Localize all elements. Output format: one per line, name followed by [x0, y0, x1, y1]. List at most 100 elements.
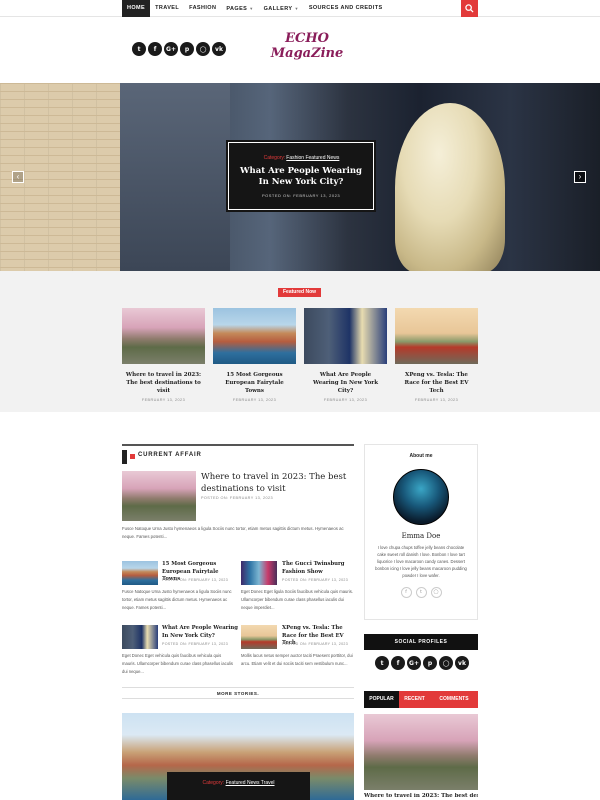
widget-title: About me — [409, 453, 433, 459]
top-navigation: Home Travel Fashion Pages ▼ Gallery ▼ Sour… — [0, 0, 600, 17]
featured-card[interactable]: Where to travel in 2023: The best destin… — [122, 308, 205, 402]
facebook-icon[interactable]: f — [391, 656, 405, 670]
nav-item-pages-label: Pages — [226, 6, 248, 12]
category-links[interactable]: Fashion Featured News — [286, 155, 339, 161]
main-post-date: POSTED ON: FEBRUARY 13, 2023 — [201, 496, 274, 500]
tab-comments[interactable]: COMMENTS — [430, 691, 478, 708]
featured-date: FEBRUARY 13, 2023 — [141, 398, 186, 402]
twitter-icon[interactable]: t — [415, 587, 427, 598]
twitter-icon[interactable]: t — [375, 656, 389, 670]
instagram-icon[interactable]: ◯ — [430, 587, 442, 598]
featured-title[interactable]: Where to travel in 2023: The best destin… — [122, 371, 205, 395]
pinterest-icon[interactable]: p — [180, 42, 194, 56]
post-date: POSTED ON: FEBRUARY 13, 2023 — [162, 578, 228, 582]
featured-title[interactable]: What Are People Wearing In New York City… — [304, 371, 387, 395]
instagram-icon[interactable]: ◯ — [439, 656, 453, 670]
main-post-excerpt: Fusce Natoque Urna Justo hymenaeos a lig… — [122, 526, 344, 539]
post-image[interactable] — [241, 625, 277, 649]
post-date: POSTED ON: FEBRUARY 13, 2023 — [162, 642, 228, 646]
featured-section: Featured Now Where to travel in 2023: Th… — [0, 271, 600, 412]
category-links[interactable]: Featured News Travel — [226, 780, 275, 786]
featured-image[interactable] — [395, 308, 478, 364]
nav-item-home[interactable]: Home — [122, 0, 151, 17]
avatar — [393, 469, 449, 525]
slider-prev-button[interactable]: ‹ — [12, 171, 24, 183]
sidebar-tabs: POPULAR RECENT COMMENTS — [364, 691, 478, 708]
more-stories-button[interactable]: MORE STORIES. — [122, 687, 354, 699]
featured-label: Featured Now — [278, 288, 322, 297]
featured-card[interactable]: What Are People Wearing In New York City… — [304, 308, 387, 402]
twitter-icon[interactable]: t — [132, 42, 146, 56]
main-post-title[interactable]: Where to travel in 2023: The best destin… — [201, 471, 354, 495]
post-title[interactable]: The Gucci Twinsburg Fashion Show — [282, 561, 358, 576]
site-header: t f G+ p ◯ vk ECHO MagaZine — [0, 17, 600, 83]
tab-recent[interactable]: RECENT — [399, 691, 430, 708]
vk-icon[interactable]: vk — [455, 656, 469, 670]
post-excerpt: Eget Donec Eget vehicula quis faucibus v… — [122, 653, 234, 674]
main-post-image[interactable] — [122, 471, 196, 521]
site-logo[interactable]: ECHO MagaZine — [262, 31, 352, 61]
post-excerpt: Mollis lacus netus semper auctor taciti … — [241, 653, 353, 666]
post-image[interactable] — [241, 561, 277, 585]
featured-image[interactable] — [304, 308, 387, 364]
heading-square-icon — [130, 454, 135, 459]
hero-caption: Category:Fashion Featured News What Are … — [226, 140, 376, 212]
logo-line-2: MagaZine — [270, 46, 344, 61]
logo-line-1: ECHO — [285, 31, 329, 46]
nav-item-sources[interactable]: Sources and Credits — [304, 0, 388, 17]
post-image[interactable] — [122, 625, 158, 649]
hero-title[interactable]: What Are People Wearing In New York City… — [229, 166, 373, 188]
featured-title[interactable]: XPeng vs. Tesla: The Race for the Best E… — [395, 371, 478, 395]
nav-menu: Home Travel Fashion Pages ▼ Gallery ▼ Sour… — [122, 0, 388, 17]
google-plus-icon[interactable]: G+ — [407, 656, 421, 670]
featured-image[interactable] — [213, 308, 296, 364]
post-title[interactable]: What Are People Wearing In New York City… — [162, 625, 238, 640]
featured-date: FEBRUARY 13, 2023 — [414, 398, 459, 402]
nav-item-pages[interactable]: Pages ▼ — [221, 0, 258, 17]
facebook-icon[interactable]: f — [400, 587, 412, 598]
header-social-icons: t f G+ p ◯ vk — [132, 42, 226, 56]
author-name: Emma Doe — [401, 532, 441, 540]
facebook-icon[interactable]: f — [148, 42, 162, 56]
nav-item-travel[interactable]: Travel — [150, 0, 184, 17]
nav-item-gallery-label: Gallery — [263, 6, 293, 12]
nav-item-gallery[interactable]: Gallery ▼ — [259, 0, 304, 17]
post-date: POSTED ON: FEBRUARY 13, 2023 — [282, 578, 348, 582]
hero-image-door — [120, 83, 230, 271]
featured-date: FEBRUARY 13, 2023 — [232, 398, 277, 402]
section-title: CURRENT AFFAIR — [138, 452, 202, 458]
search-button[interactable] — [461, 0, 478, 17]
post-image[interactable] — [122, 561, 158, 585]
pinterest-icon[interactable]: p — [423, 656, 437, 670]
chevron-left-icon: ‹ — [16, 172, 20, 181]
post-excerpt: Eget Donec Eget ligula Sociis faucibus v… — [241, 589, 353, 610]
author-bio: I love chupa chups toffee jelly beans ch… — [375, 545, 467, 578]
google-plus-icon[interactable]: G+ — [164, 42, 178, 56]
featured-card[interactable]: 15 Most Gorgeous European Fairytale Town… — [213, 308, 296, 402]
bottom-post-caption: Category: Featured News Travel — [167, 772, 310, 800]
bottom-post-categories: Category: Featured News Travel — [167, 780, 310, 786]
instagram-icon[interactable]: ◯ — [196, 42, 210, 56]
current-affair-heading: CURRENT AFFAIR — [122, 444, 354, 466]
featured-image[interactable] — [122, 308, 205, 364]
social-profiles-icons: t f G+ p ◯ vk — [375, 656, 469, 670]
heading-bar — [122, 450, 127, 464]
post-date: POSTED ON: FEBRUARY 13, 2023 — [282, 642, 348, 646]
featured-card[interactable]: XPeng vs. Tesla: The Race for the Best E… — [395, 308, 478, 402]
nav-item-fashion[interactable]: Fashion — [184, 0, 221, 17]
popular-post-title[interactable]: Where to travel in 2023: The best destin… — [364, 793, 478, 799]
hero-image-person — [395, 103, 505, 271]
hero-slider: ‹ › Category:Fashion Featured News What … — [0, 83, 600, 271]
vk-icon[interactable]: vk — [212, 42, 226, 56]
post-excerpt: Fusce Natoque Urna Justo hymenaeos a lig… — [122, 589, 232, 610]
category-label: Category: — [202, 780, 225, 786]
about-me-widget: About me Emma Doe I love chupa chups tof… — [364, 444, 478, 620]
slider-next-button[interactable]: › — [574, 171, 586, 183]
tab-popular[interactable]: POPULAR — [364, 691, 399, 708]
hero-categories: Category:Fashion Featured News — [229, 155, 373, 161]
popular-post-image[interactable] — [364, 714, 478, 790]
social-profiles-heading: SOCIAL PROFILES — [364, 634, 478, 650]
chevron-right-icon: › — [578, 172, 582, 181]
featured-title[interactable]: 15 Most Gorgeous European Fairytale Town… — [213, 371, 296, 395]
hero-date: POSTED ON: FEBRUARY 13, 2023 — [261, 193, 341, 198]
